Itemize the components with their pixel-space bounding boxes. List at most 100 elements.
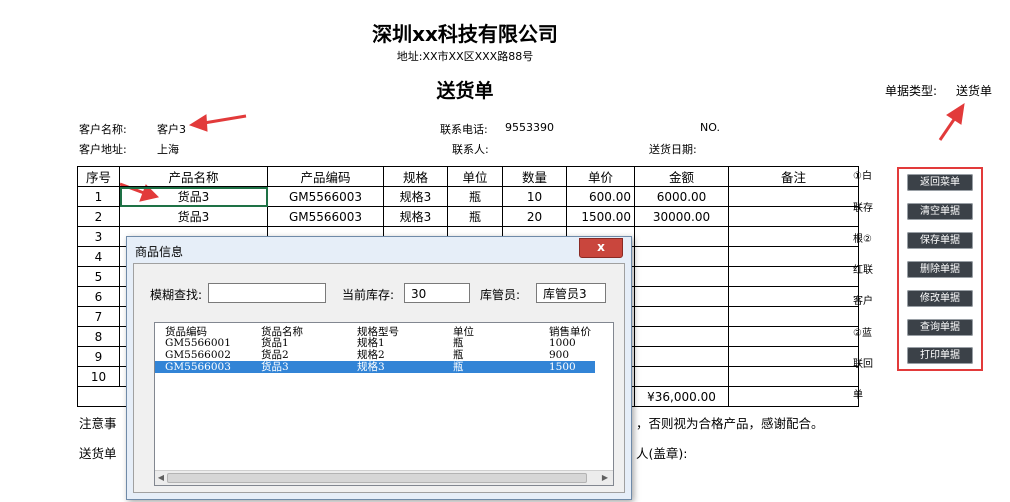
table-cell[interactable]: 3 [77, 226, 120, 247]
list-item-cell: 900 [549, 349, 570, 361]
print-document-button[interactable]: 打印单据 [907, 347, 973, 364]
table-cell[interactable]: 瓶 [447, 206, 503, 227]
table-cell[interactable]: 6 [77, 286, 120, 307]
table-cell[interactable] [634, 366, 729, 387]
table-cell[interactable]: 5 [77, 266, 120, 287]
list-item-cell: GM5566003 [165, 361, 231, 373]
horizontal-scrollbar[interactable]: ◀ ▶ [155, 470, 613, 485]
table-cell[interactable] [634, 226, 729, 247]
total-note-cell [728, 386, 859, 407]
list-item-cell: 规格2 [357, 349, 385, 361]
table-cell[interactable]: 9 [77, 346, 120, 367]
list-item[interactable]: GM5566002 货品2 规格2 瓶 900 [155, 349, 595, 361]
table-cell[interactable]: 7 [77, 306, 120, 327]
current-stock-label: 当前库存: [342, 288, 395, 302]
table-cell[interactable]: 规格3 [383, 186, 448, 207]
signer-text-start: 送货单 [79, 446, 117, 461]
table-cell[interactable]: GM5566003 [267, 186, 384, 207]
table-cell[interactable] [634, 306, 729, 327]
column-header: 数量 [502, 166, 567, 187]
fuzzy-search-label: 模糊查找: [150, 288, 203, 302]
save-document-button[interactable]: 保存单据 [907, 232, 973, 249]
list-item-cell: 1000 [549, 337, 576, 349]
table-cell[interactable] [728, 306, 859, 327]
list-item-cell: 瓶 [453, 337, 464, 349]
table-cell[interactable] [728, 266, 859, 287]
column-header: 序号 [77, 166, 120, 187]
signer-text-end: 人(盖章): [636, 446, 688, 461]
table-cell[interactable] [634, 286, 729, 307]
table-cell[interactable]: GM5566003 [267, 206, 384, 227]
table-cell[interactable]: 30000.00 [634, 206, 729, 227]
list-item-cell: 规格1 [357, 337, 385, 349]
side-label: 联存 [853, 203, 873, 214]
list-item[interactable]: GM5566003 货品3 规格3 瓶 1500 [155, 361, 595, 373]
column-header: 金额 [634, 166, 729, 187]
list-item-cell: 瓶 [453, 361, 464, 373]
product-info-dialog: 商品信息 x 模糊查找: 当前库存: 30 库管员: 库管员3 货品编码 货品名… [126, 236, 632, 500]
list-item-cell: 货品1 [261, 337, 289, 349]
table-cell[interactable] [728, 286, 859, 307]
fuzzy-search-input[interactable] [208, 283, 326, 303]
table-cell[interactable]: 10 [502, 186, 567, 207]
table-cell[interactable]: 规格3 [383, 206, 448, 227]
table-cell[interactable]: 600.00 [566, 186, 635, 207]
side-label: 联回 [853, 359, 873, 370]
table-cell[interactable]: 20 [502, 206, 567, 227]
table-cell[interactable] [728, 186, 859, 207]
table-cell[interactable]: 6000.00 [634, 186, 729, 207]
scroll-right-icon[interactable]: ▶ [599, 471, 611, 485]
delete-document-button[interactable]: 删除单据 [907, 261, 973, 278]
column-header: 单价 [566, 166, 635, 187]
table-cell[interactable] [634, 246, 729, 267]
table-cell[interactable]: 8 [77, 326, 120, 347]
table-cell[interactable] [634, 326, 729, 347]
current-stock-field[interactable]: 30 [404, 283, 470, 303]
side-label: 根② [853, 234, 872, 245]
table-cell[interactable] [728, 206, 859, 227]
table-cell[interactable] [728, 246, 859, 267]
column-header: 产品名称 [119, 166, 268, 187]
table-cell[interactable] [728, 226, 859, 247]
side-label: ①白 [853, 171, 872, 182]
list-item-cell: GM5566001 [165, 337, 231, 349]
table-cell[interactable]: 4 [77, 246, 120, 267]
table-cell[interactable] [728, 326, 859, 347]
product-list[interactable]: 货品编码 货品名称 规格型号 单位 销售单价 GM5566001 货品1 规格1 瓶 1… [154, 322, 614, 486]
table-cell[interactable]: 10 [77, 366, 120, 387]
table-cell[interactable]: 1 [77, 186, 120, 207]
list-item[interactable]: GM5566001 货品1 规格1 瓶 1000 [155, 337, 595, 349]
scrollbar-thumb[interactable] [167, 473, 587, 483]
table-row: 2 货品3 GM5566003 规格3 瓶 20 1500.00 30000.00 [77, 206, 859, 227]
note-text-end: ，否则视为合格产品，感谢配合。 [636, 416, 824, 431]
table-cell[interactable]: 货品3 [119, 206, 268, 227]
keeper-label: 库管员: [480, 288, 521, 302]
keeper-field[interactable]: 库管员3 [536, 283, 606, 303]
dialog-body: 模糊查找: 当前库存: 30 库管员: 库管员3 货品编码 货品名称 规格型号 … [133, 263, 625, 493]
modify-document-button[interactable]: 修改单据 [907, 290, 973, 307]
table-cell[interactable]: 2 [77, 206, 120, 227]
clear-document-button[interactable]: 清空单据 [907, 203, 973, 220]
side-label: 红联 [853, 265, 873, 276]
table-cell[interactable]: 1500.00 [566, 206, 635, 227]
scroll-left-icon[interactable]: ◀ [155, 471, 167, 485]
list-item-cell: 货品2 [261, 349, 289, 361]
table-cell[interactable] [634, 346, 729, 367]
column-header: 产品编码 [267, 166, 384, 187]
table-cell[interactable] [728, 366, 859, 387]
note-text-start: 注意事 [79, 416, 117, 431]
table-cell[interactable] [634, 266, 729, 287]
query-document-button[interactable]: 查询单据 [907, 319, 973, 336]
list-item-cell: GM5566002 [165, 349, 231, 361]
table-cell[interactable]: 瓶 [447, 186, 503, 207]
close-icon[interactable]: x [579, 238, 623, 258]
list-item-cell: 货品3 [261, 361, 289, 373]
return-menu-button[interactable]: 返回菜单 [907, 174, 973, 191]
list-item-cell: 瓶 [453, 349, 464, 361]
dialog-title: 商品信息 [135, 245, 184, 259]
list-item-cell: 规格3 [357, 361, 385, 373]
table-cell[interactable]: 货品3 [119, 186, 268, 207]
side-label: 单 [853, 390, 863, 401]
column-header: 单位 [447, 166, 503, 187]
table-cell[interactable] [728, 346, 859, 367]
